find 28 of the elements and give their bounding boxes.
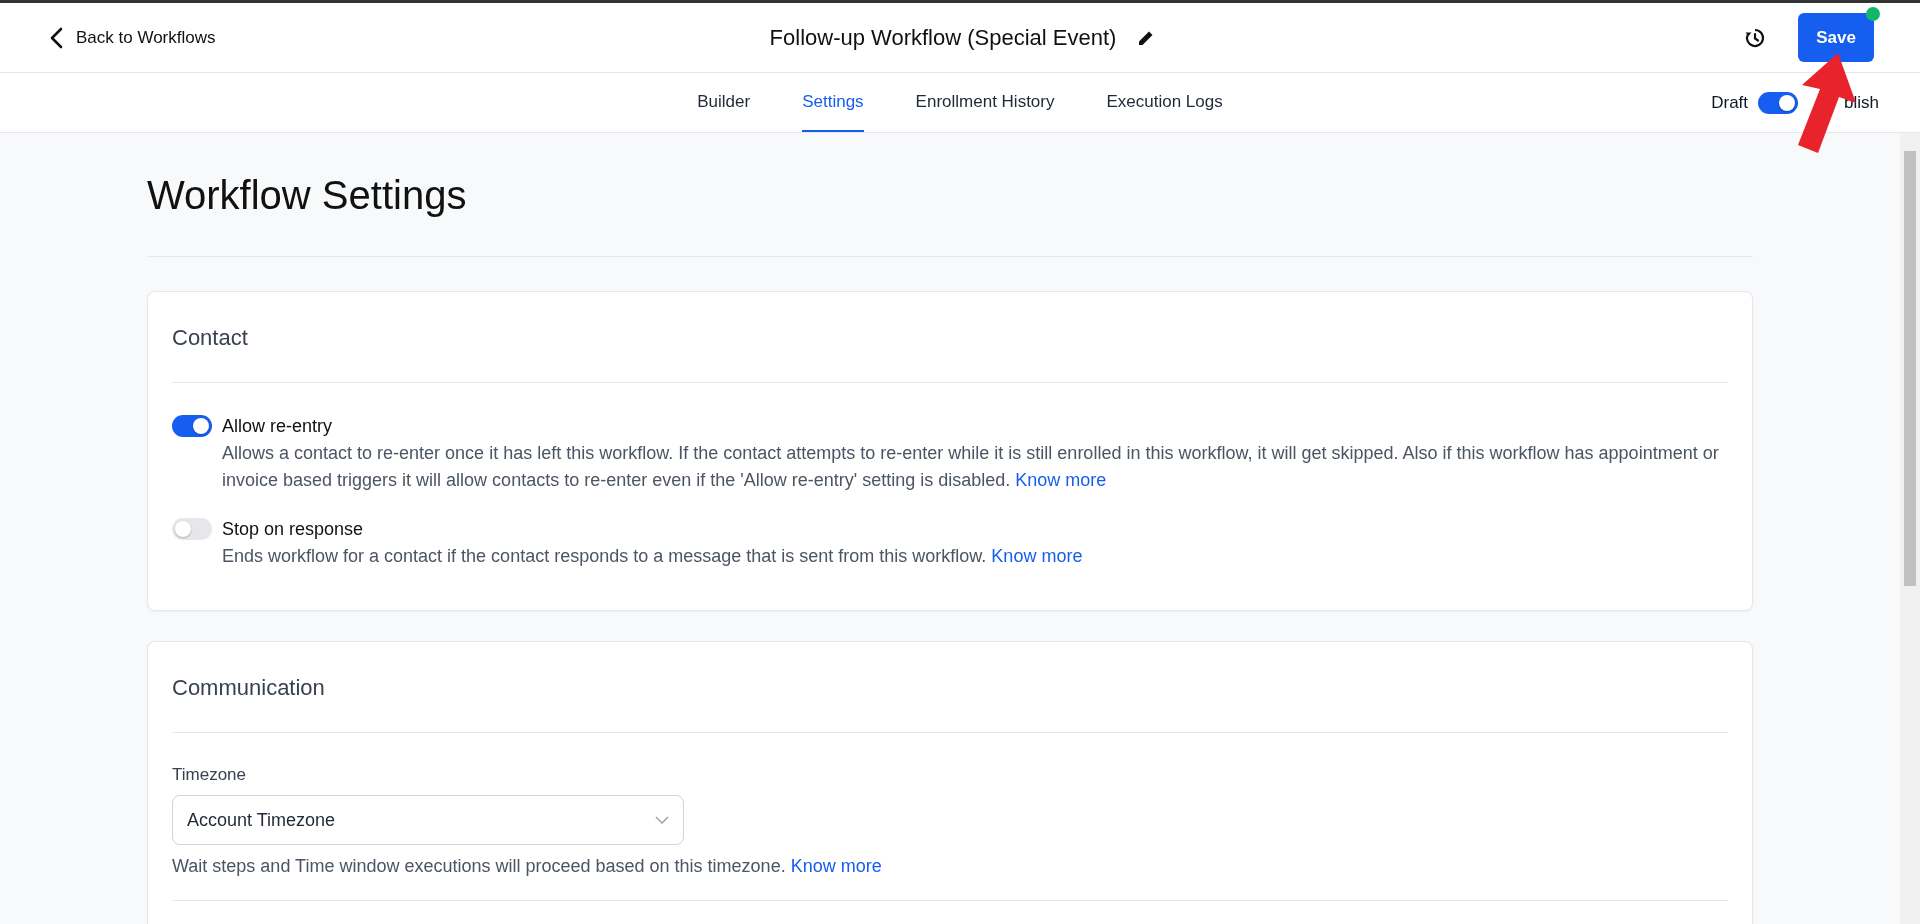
- workflow-title: Follow-up Workflow (Special Event): [769, 24, 1117, 51]
- section-title: Contact: [172, 292, 1728, 383]
- setting-label: Allow re-entry: [222, 415, 334, 437]
- toggle-switch[interactable]: [172, 518, 212, 540]
- chevron-down-icon: [655, 816, 669, 824]
- description-text: Wait steps and Time window executions will proceed based on this timezone. Know more: [172, 855, 883, 878]
- back-link[interactable]: Back to Workflows: [50, 26, 216, 49]
- field-label: Timezone: [172, 765, 247, 785]
- chevron-left-icon: [50, 26, 64, 49]
- section-title: Communication: [172, 642, 1728, 733]
- history-icon[interactable]: [1744, 26, 1766, 49]
- timezone-select[interactable]: Account Timezone: [172, 795, 684, 845]
- pencil-icon[interactable]: [1138, 29, 1155, 46]
- description-text: Ends workflow for a contact if the contact responds to a message that is sent from this workflow. Know more: [222, 545, 1083, 568]
- setting-label: Stop on response: [222, 518, 365, 540]
- save-button[interactable]: Save: [1798, 13, 1874, 62]
- page-title: Workflow Settings: [147, 173, 1753, 257]
- tab[interactable]: Enrollment History: [915, 73, 1055, 132]
- scrollbar[interactable]: [1900, 133, 1920, 924]
- description-text: Allows a contact to re-enter once it has left this workflow. If the contact attempts to re-enter while it is still enrolled in this workflow, it will get skipped. Also if this workflow has appointment or invoice based triggers it will allow contacts to re-enter even if the 'Allow re-entry' setting is disabled. Know more: [222, 442, 1720, 492]
- draft-label: Draft: [1711, 92, 1749, 113]
- tab[interactable]: Execution Logs: [1106, 73, 1223, 132]
- toggle-switch[interactable]: [1758, 91, 1799, 114]
- know-more-link[interactable]: Know more: [991, 546, 1083, 566]
- know-more-link[interactable]: Know more: [790, 856, 882, 876]
- toggle-switch[interactable]: [172, 415, 212, 437]
- tab[interactable]: Builder: [697, 73, 751, 132]
- know-more-link[interactable]: Know more: [1015, 470, 1107, 490]
